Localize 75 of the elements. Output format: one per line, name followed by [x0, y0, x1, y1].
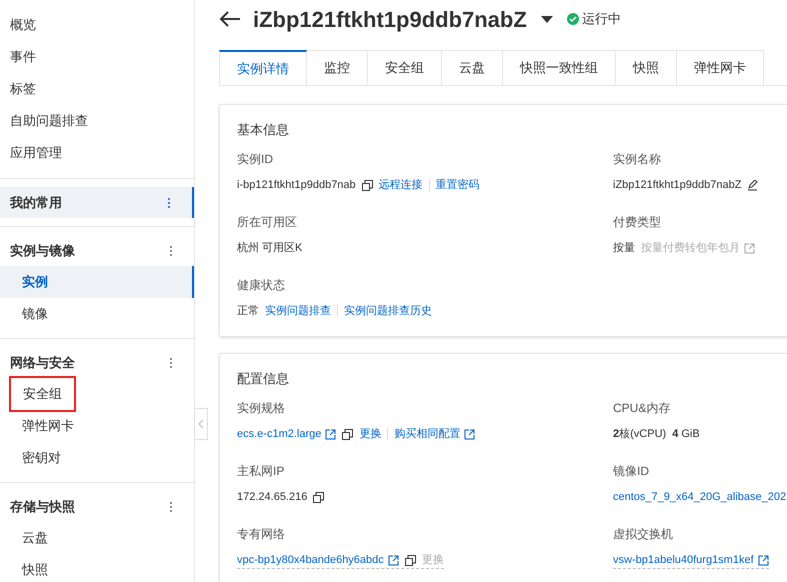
field-label: CPU&内存 — [613, 400, 672, 416]
status-text: 运行中 — [582, 10, 621, 28]
copy-icon[interactable] — [404, 554, 416, 566]
sidebar-item[interactable]: 实例 — [0, 266, 194, 298]
copy-icon[interactable] — [362, 180, 373, 190]
group-title: 实例与镜像 — [10, 242, 75, 260]
back-arrow-icon[interactable] — [219, 10, 241, 28]
field-value: i-bp121ftkht1p9ddb7nab — [237, 178, 356, 193]
tab[interactable]: 快照一致性组 — [503, 50, 616, 85]
sidebar-item[interactable]: 应用管理 — [0, 137, 194, 169]
sidebar-item[interactable]: 自助问题排查 — [0, 105, 194, 137]
check-circle-icon — [566, 13, 579, 25]
tab[interactable]: 云盘 — [442, 50, 503, 85]
link[interactable]: 购买相同配置 — [394, 426, 460, 442]
highlight-box: 安全组 — [9, 376, 76, 412]
field-label: 镜像ID — [613, 463, 650, 479]
sidebar-group-header[interactable]: 实例与镜像 — [0, 235, 194, 266]
tab[interactable]: 快照 — [616, 50, 677, 85]
field-value: 2核(vCPU) — [613, 427, 666, 442]
link[interactable]: 实例问题排查历史 — [344, 303, 432, 319]
field-label: 实例规格 — [237, 400, 286, 416]
field-label: 所在可用区 — [237, 214, 298, 230]
sidebar-item[interactable]: 弹性网卡 — [0, 410, 194, 442]
sidebar-group-header[interactable]: 存储与快照 — [0, 491, 194, 522]
link[interactable]: centos_7_9_x64_20G_alibase_202 — [613, 489, 786, 505]
sidebar-group-header[interactable]: 我的常用 — [0, 187, 194, 218]
field-value: 按量 — [613, 241, 635, 256]
field-value: 172.24.65.216 — [237, 490, 308, 505]
collapse-handle[interactable] — [194, 408, 208, 440]
link[interactable]: ecs.e-c1m2.large — [237, 426, 322, 442]
field-label: 实例名称 — [613, 151, 662, 167]
external-link-icon[interactable] — [388, 554, 399, 566]
field-value: iZbp121ftkht1p9ddb7nabZ — [613, 178, 742, 193]
instance-title: iZbp121ftkht1p9ddb7nabZ — [253, 6, 527, 34]
external-link-icon[interactable] — [464, 428, 476, 440]
card-title: 基本信息 — [237, 121, 290, 139]
field-value: 4 GiB — [672, 427, 700, 442]
sidebar-item[interactable]: 快照 — [0, 554, 194, 582]
chevron-left-icon — [198, 419, 204, 429]
card-title: 配置信息 — [237, 370, 290, 388]
field-label: 健康状态 — [237, 277, 286, 293]
sidebar-item[interactable]: 事件 — [0, 41, 194, 73]
field-label: 虚拟交换机 — [613, 526, 674, 542]
copy-icon[interactable] — [313, 492, 324, 502]
caret-down-icon[interactable] — [540, 16, 553, 22]
field-value: 正常 — [237, 304, 259, 319]
sidebar-item[interactable]: 云盘 — [0, 522, 194, 554]
external-link-icon[interactable] — [758, 554, 769, 566]
link[interactable]: vpc-bp1y80x4bande6hy6abdc — [237, 552, 384, 568]
field-label: 专有网络 — [237, 526, 286, 542]
tab[interactable]: 监控 — [307, 50, 368, 85]
field-label: 实例ID — [237, 151, 274, 167]
field-value: 杭州 可用区K — [237, 241, 302, 256]
link[interactable]: 远程连接 — [378, 177, 423, 193]
edit-icon[interactable] — [747, 180, 758, 190]
group-title: 我的常用 — [10, 194, 62, 212]
sidebar-item[interactable]: 镜像 — [0, 298, 194, 330]
sidebar-item[interactable]: 安全组 — [0, 378, 194, 410]
copy-icon[interactable] — [342, 428, 354, 440]
field-label: 付费类型 — [613, 214, 662, 230]
field-label: 主私网IP — [237, 463, 286, 479]
sidebar-item[interactable]: 概览 — [0, 9, 194, 41]
tab[interactable]: 安全组 — [368, 50, 442, 85]
external-link-icon[interactable] — [325, 428, 336, 440]
sidebar-item[interactable]: 标签 — [0, 73, 194, 105]
sidebar-item[interactable]: 密钥对 — [0, 442, 194, 474]
link[interactable]: vsw-bp1abelu40furg1sm1kef — [613, 552, 754, 568]
group-title: 存储与快照 — [10, 498, 75, 516]
tab[interactable]: 弹性网卡 — [677, 50, 764, 85]
link[interactable]: 重置密码 — [436, 177, 480, 193]
link[interactable]: 更换 — [359, 426, 382, 442]
sidebar-group-header[interactable]: 网络与安全 — [0, 347, 194, 378]
group-title: 网络与安全 — [10, 354, 75, 372]
link[interactable]: 实例问题排查 — [265, 303, 331, 319]
tab[interactable]: 实例详情 — [219, 50, 307, 85]
